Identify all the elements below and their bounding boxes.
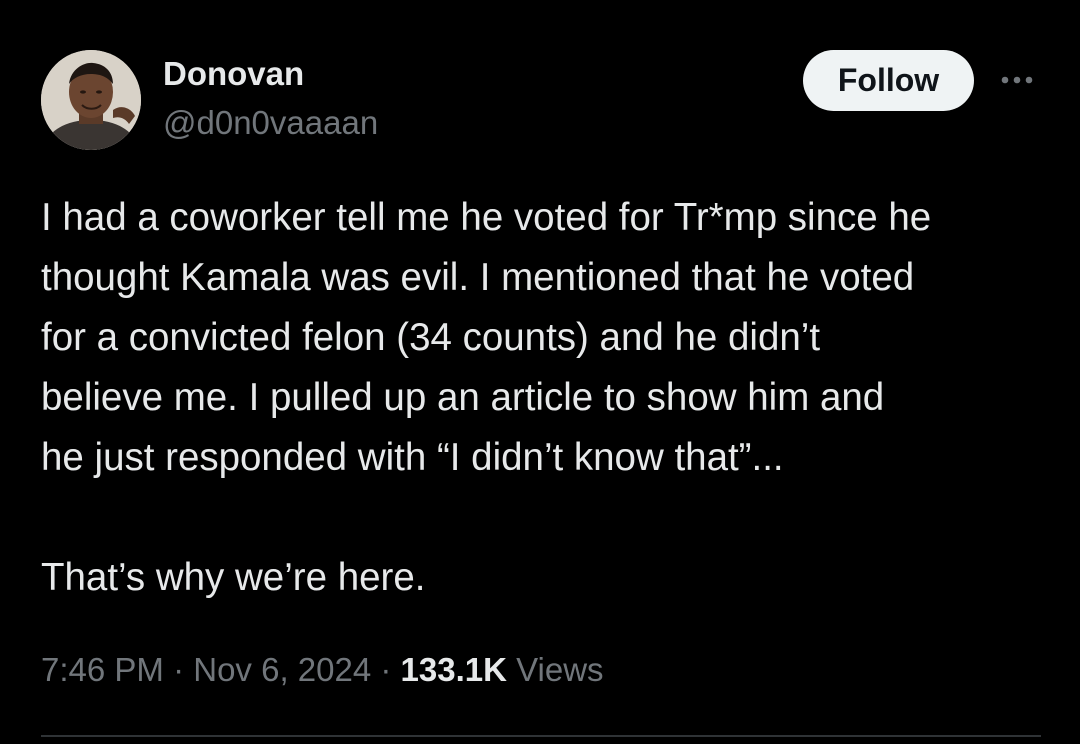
tweet-text-line: thought Kamala was evil. I mentioned tha… <box>41 256 915 299</box>
tweet-date[interactable]: Nov 6, 2024 <box>193 651 371 688</box>
tweet-text-closing-line: That’s why we’re here. <box>41 556 426 599</box>
views-count: 133.1K <box>400 651 507 688</box>
tweet-text-line: I had a coworker tell me he voted for Tr… <box>41 196 932 239</box>
views-label: Views <box>516 651 604 688</box>
divider <box>41 735 1041 737</box>
display-name[interactable]: Donovan <box>163 54 304 94</box>
meta-separator: · <box>163 651 194 688</box>
more-options-button[interactable] <box>995 60 1043 100</box>
user-handle[interactable]: @d0n0vaaaan <box>163 103 378 143</box>
follow-button[interactable]: Follow <box>803 50 974 111</box>
paragraph-break <box>41 488 1041 548</box>
avatar[interactable] <box>41 50 141 150</box>
meta-separator: · <box>371 651 401 688</box>
tweet-time[interactable]: 7:46 PM <box>41 651 164 688</box>
tweet-text-line: he just responded with “I didn’t know th… <box>41 436 784 479</box>
tweet-text-line: for a convicted felon (34 counts) and he… <box>41 316 821 359</box>
more-horizontal-icon <box>1001 76 1033 84</box>
tweet-text-line: believe me. I pulled up an article to sh… <box>41 376 885 419</box>
profile-photo <box>41 50 141 150</box>
tweet-text: I had a coworker tell me he voted for Tr… <box>41 188 1041 608</box>
tweet-metadata: 7:46 PM · Nov 6, 2024 · 133.1K Views <box>41 647 604 693</box>
